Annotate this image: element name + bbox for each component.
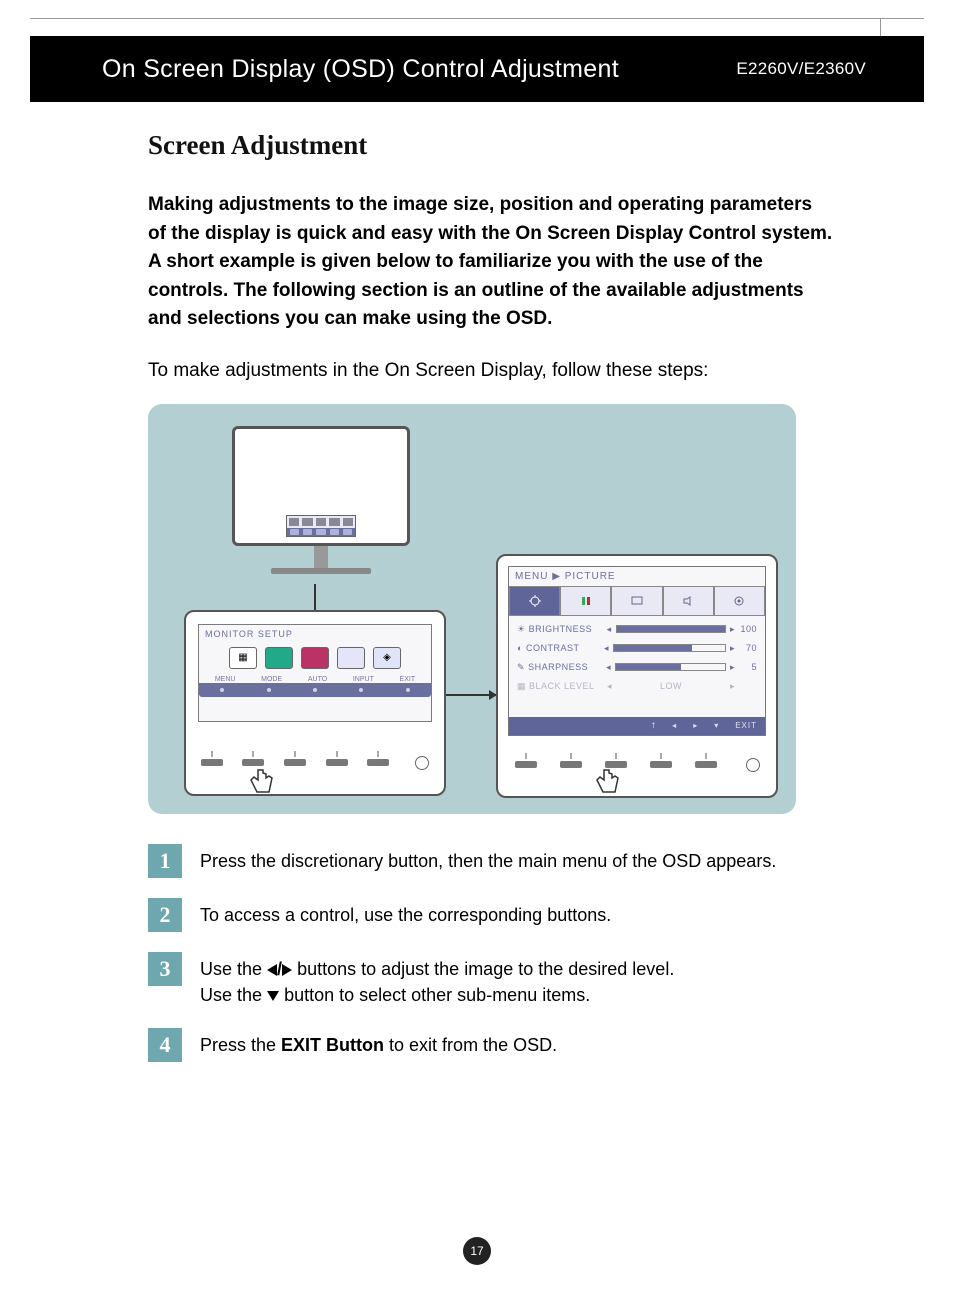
tab-display-icon	[611, 586, 662, 616]
sharpness-icon: ✎	[517, 662, 525, 673]
triangle-down-icon	[267, 991, 279, 1001]
tab-volume-icon	[663, 586, 714, 616]
triangle-left-icon	[267, 964, 277, 976]
hardware-button-row-b	[508, 750, 766, 780]
steps-list: 1 Press the discretionary button, then t…	[148, 844, 834, 1062]
nav-left-icon: ◂	[672, 721, 677, 730]
btn-label-input: INPUT	[353, 676, 374, 683]
triangle-right-icon	[282, 964, 292, 976]
model-label: E2260V/E2360V	[736, 59, 896, 79]
nav-down-icon: ▾	[714, 721, 719, 730]
blacklevel-icon: ▦	[517, 681, 526, 692]
step-number: 4	[148, 1028, 182, 1062]
step-2: 2 To access a control, use the correspon…	[148, 898, 834, 932]
btn-label-mode: MODE	[261, 676, 282, 683]
exit-icon: ◈	[373, 647, 401, 669]
intro-paragraph: Making adjustments to the image size, po…	[148, 191, 834, 334]
tab-color-icon	[560, 586, 611, 616]
tab-picture-icon	[509, 586, 560, 616]
sun-icon: ☀	[517, 624, 526, 635]
step-4: 4 Press the EXIT Button to exit from the…	[148, 1028, 834, 1062]
btn-label-exit: EXIT	[400, 676, 416, 683]
page-top-tick	[880, 18, 881, 38]
main-content: Screen Adjustment Making adjustments to …	[148, 130, 834, 1082]
auto-icon	[301, 647, 329, 669]
step-number: 1	[148, 844, 182, 878]
step-text: Use the / buttons to adjust the image to…	[200, 952, 674, 1008]
panel-b-title: MENU ▶ PICTURE	[509, 567, 765, 586]
section-title: Screen Adjustment	[148, 130, 834, 161]
value-black-level: LOW	[612, 681, 730, 691]
footer-exit-label: EXIT	[735, 721, 757, 730]
row-sharpness: ✎ SHARPNESS ◂▸ 5	[517, 662, 757, 673]
tab-others-icon	[714, 586, 765, 616]
osd-diagram: MONITOR SETUP ▦ ◈ MENU MODE AUTO INPUT E…	[148, 404, 796, 814]
step-text: Press the EXIT Button to exit from the O…	[200, 1028, 557, 1058]
hand-press-icon	[590, 764, 622, 800]
label-black-level: BLACK LEVEL	[529, 681, 607, 691]
step-number: 3	[148, 952, 182, 986]
mode-icon	[265, 647, 293, 669]
step-number: 2	[148, 898, 182, 932]
row-contrast: ◐ CONTRAST ◂▸ 70	[517, 643, 757, 654]
picture-menu-panel: MENU ▶ PICTURE ☀ BRIGHTNESS ◂▸ 100	[496, 554, 778, 798]
label-brightness: BRIGHTNESS	[529, 624, 607, 634]
nav-up-icon: ⭡	[651, 721, 656, 731]
power-icon	[746, 758, 760, 772]
row-brightness: ☀ BRIGHTNESS ◂▸ 100	[517, 624, 757, 635]
panel-a-title: MONITOR SETUP	[199, 625, 431, 643]
hand-press-icon	[244, 764, 276, 800]
btn-label-menu: MENU	[215, 676, 236, 683]
step-1: 1 Press the discretionary button, then t…	[148, 844, 834, 878]
header-bar: On Screen Display (OSD) Control Adjustme…	[30, 36, 924, 102]
header-title: On Screen Display (OSD) Control Adjustme…	[102, 55, 619, 84]
mini-osd-icon	[286, 515, 356, 537]
connector-arrow	[446, 694, 496, 696]
step-text: Press the discretionary button, then the…	[200, 844, 776, 874]
input-icon	[337, 647, 365, 669]
value-sharpness: 5	[735, 662, 757, 672]
step-3: 3 Use the / buttons to adjust the image …	[148, 952, 834, 1008]
panel-b-footer: ⭡ ◂ ▸ ▾ EXIT	[509, 717, 765, 735]
nav-right-icon: ▸	[693, 721, 698, 730]
power-icon	[415, 756, 429, 770]
monitor-illustration	[232, 426, 410, 586]
hardware-button-row-a	[196, 748, 434, 778]
value-contrast: 70	[735, 643, 757, 653]
lead-sentence: To make adjustments in the On Screen Dis…	[148, 360, 834, 382]
label-contrast: CONTRAST	[526, 643, 604, 653]
step-text: To access a control, use the correspondi…	[200, 898, 611, 928]
page-top-rule	[30, 18, 924, 19]
row-black-level: ▦ BLACK LEVEL ◂ LOW ▸	[517, 681, 757, 692]
btn-label-auto: AUTO	[308, 676, 327, 683]
contrast-icon: ◐	[517, 643, 523, 653]
monitor-setup-panel: MONITOR SETUP ▦ ◈ MENU MODE AUTO INPUT E…	[184, 610, 446, 796]
page-number: 17	[463, 1237, 491, 1265]
value-brightness: 100	[735, 624, 757, 634]
label-sharpness: SHARPNESS	[528, 662, 606, 672]
menu-icon: ▦	[229, 647, 257, 669]
